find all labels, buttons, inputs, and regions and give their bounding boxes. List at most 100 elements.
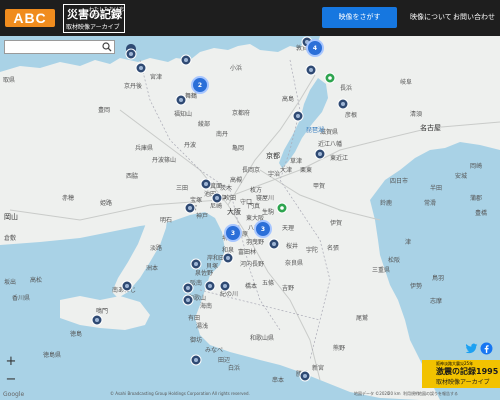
video-pin[interactable] — [222, 252, 234, 264]
terms-link[interactable]: 利用規約 — [403, 391, 419, 397]
place-label-kyotango: 京丹後 — [124, 82, 142, 90]
place-label-matsusaka: 松阪 — [388, 256, 400, 264]
place-label-hashimoto: 橋本 — [245, 282, 257, 290]
place-label-omihachiman: 近江八幡 — [318, 140, 342, 148]
video-pin[interactable] — [314, 148, 326, 160]
cluster-marker[interactable]: 3 — [224, 224, 242, 242]
place-label-neyagawa: 寝屋川 — [256, 194, 274, 202]
video-pin[interactable] — [121, 280, 133, 292]
place-label-yoshino: 吉野 — [282, 284, 294, 292]
place-label-nagoya: 名古屋 — [420, 123, 441, 132]
cluster-marker[interactable]: 3 — [254, 220, 272, 238]
video-pin[interactable] — [91, 314, 103, 326]
map-search-input[interactable] — [7, 41, 99, 53]
place-label-kameoka: 亀岡 — [232, 144, 244, 152]
place-label-yuasa: 湯浅 — [196, 322, 208, 330]
place-label-shirahama: 白浜 — [228, 364, 240, 372]
place-label-maizuru: 舞鶴 — [185, 92, 197, 100]
video-pin[interactable] — [184, 202, 196, 214]
place-label-minabe: みなべ — [205, 347, 223, 354]
place-label-suzuka: 鈴鹿 — [380, 199, 392, 207]
zoom-out-button[interactable]: − — [3, 372, 19, 388]
video-pin[interactable] — [182, 294, 194, 306]
facebook-icon[interactable] — [480, 342, 493, 355]
place-label-gobo: 御坊 — [190, 336, 202, 344]
place-label-nantan: 南丹 — [216, 130, 228, 138]
place-label-kushimoto: 串本 — [272, 376, 284, 384]
nav-contact[interactable]: お問い合わせ — [453, 7, 495, 28]
place-label-nabari: 名張 — [327, 244, 339, 252]
video-pin[interactable] — [211, 192, 223, 204]
place-label-tsu: 津 — [405, 239, 411, 246]
place-label-toyohashi: 豊橋 — [475, 209, 487, 217]
video-pin[interactable] — [292, 110, 304, 122]
place-label-tamba: 丹波 — [184, 141, 196, 149]
twitter-icon[interactable] — [465, 342, 478, 355]
place-label-obama: 小浜 — [230, 64, 242, 72]
place-label-nishiwaki: 西脇 — [126, 173, 138, 180]
zoom-in-button[interactable]: + — [3, 354, 19, 370]
place-label-shima: 志摩 — [430, 297, 442, 305]
place-label-sanda: 三田 — [176, 185, 188, 192]
place-label-iga: 伊賀 — [330, 219, 342, 227]
video-pin[interactable] — [299, 370, 311, 382]
place-label-kainan: 海南 — [200, 302, 212, 310]
map-scale: 20 km — [388, 391, 401, 396]
video-pin[interactable] — [337, 98, 349, 110]
cluster-count: 4 — [313, 45, 317, 52]
place-label-hikone: 彦根 — [345, 111, 357, 119]
video-pin[interactable] — [190, 258, 202, 270]
place-label-ako: 赤穂 — [62, 194, 74, 202]
video-pin[interactable] — [135, 62, 147, 74]
place-label-wakayama-pref: 和歌山県 — [250, 334, 274, 342]
place-label-minoh: 箕面 — [210, 182, 222, 190]
place-label-tondabayashi: 富田林 — [238, 248, 256, 256]
place-label-kyoto-pref: 京都府 — [232, 109, 250, 117]
place-label-tanba-sasayama: 丹波篠山 — [152, 156, 176, 164]
place-label-naruto: 鳴門 — [96, 307, 108, 315]
video-pin[interactable] — [305, 64, 317, 76]
video-pin[interactable] — [204, 280, 216, 292]
archive-logo[interactable]: 災害の記録 わたしたちは忘れない 取材映像アーカイブ — [63, 4, 125, 33]
cluster-marker[interactable]: 4 — [306, 39, 324, 57]
video-pin[interactable] — [182, 282, 194, 294]
place-label-tokoname: 常滑 — [424, 199, 436, 207]
video-pin[interactable] — [180, 54, 192, 66]
green-pin[interactable] — [324, 72, 336, 84]
archive-logo-sub: 取材映像アーカイブ — [66, 24, 120, 31]
place-label-kinokawa: 紀の川 — [220, 290, 238, 298]
place-label-himeji: 姫路 — [100, 199, 112, 207]
video-pin[interactable] — [268, 238, 280, 250]
place-label-suita: 吹田 — [224, 194, 236, 202]
cluster-count: 3 — [261, 226, 265, 233]
place-label-takashima: 高島 — [282, 95, 294, 103]
video-pin[interactable] — [190, 354, 202, 366]
place-label-okayama: 岡山 — [4, 212, 18, 221]
place-label-takarazuka: 宝塚 — [190, 196, 202, 204]
map[interactable]: 京都府 兵庫県 滋賀県 三重県 奈良県 和歌山県 香川県 徳島県 名古屋 京都 … — [0, 36, 500, 400]
cluster-marker[interactable]: 2 — [191, 76, 209, 94]
earthquake-1995-banner[interactable]: 阪神淡路大震災25年 激震の記録1995 取材映像アーカイブ › — [422, 360, 500, 388]
nav-about-video[interactable]: 映像について — [410, 7, 452, 28]
place-label-takatsuki: 高槻 — [230, 176, 242, 184]
place-label-ise: 伊勢 — [410, 282, 422, 290]
place-label-osaka: 大阪 — [227, 207, 241, 216]
copyright-text: © Asahi Broadcasting Group Holdings Corp… — [110, 391, 250, 396]
green-pin[interactable] — [276, 202, 288, 214]
place-label-kadoma: 門真 — [248, 202, 260, 210]
place-label-sumoto: 洲本 — [146, 264, 158, 272]
place-label-izumisano: 泉佐野 — [195, 269, 213, 277]
cluster-count: 2 — [198, 82, 202, 89]
report-error-link[interactable]: 地図の誤りを報告する — [418, 391, 458, 397]
search-icon[interactable] — [102, 42, 112, 52]
abc-logo[interactable]: ABC — [5, 9, 55, 27]
place-label-gifu: 岐阜 — [400, 78, 412, 86]
video-pin[interactable] — [219, 280, 231, 292]
video-pin[interactable] — [200, 178, 212, 190]
video-pin[interactable] — [125, 44, 137, 60]
search-video-button[interactable]: 映像をさがす — [322, 7, 397, 28]
place-label-fukuchiyama: 福知山 — [174, 110, 192, 118]
place-label-tanabe: 田辺 — [218, 357, 230, 364]
place-label-nara-pref: 奈良県 — [285, 259, 303, 267]
video-pin[interactable] — [175, 94, 187, 106]
